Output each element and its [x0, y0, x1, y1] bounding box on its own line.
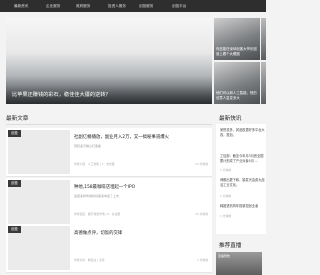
news-flash-time: 1 分钟前 — [220, 194, 232, 198]
latest-articles-heading: 最新文章 — [6, 116, 29, 122]
article-time: 14 分钟前 — [195, 212, 208, 216]
article-meta: 作者文创 · 制造业 | 点评 — [74, 258, 105, 262]
side-card-edge — [261, 62, 266, 104]
news-flash-list: 家悦说多，其品投更好多平台大赛，投加。 1 分钟前 工信部：截至今年月3月底全国… — [216, 124, 266, 234]
article-meta: 作者大佳 · 人工智能 | 7 · 支持量 — [74, 162, 115, 166]
category-tag[interactable]: 创投 — [8, 226, 21, 233]
nav-item-investor[interactable]: 投资人服务 — [108, 0, 126, 12]
side-feature-card-title: 他们可以和人工智能，别的创意人复变多大 — [216, 91, 257, 100]
article-thumbnail[interactable]: 创投 — [8, 180, 70, 224]
article-thumbnail[interactable]: 创投 — [8, 226, 70, 270]
article-card[interactable]: 创投 社副亿桶播放，副业月入2万，又一搞秘事道爆火 围绕多元精心打造着 作者大佳… — [6, 128, 212, 177]
article-title[interactable]: 高德做点评，切饭的交锋 — [74, 230, 210, 236]
category-tag[interactable]: 创投 — [8, 130, 21, 137]
article-title[interactable]: 社副亿桶播放，副业月入2万，又一搞秘事道爆火 — [74, 134, 210, 140]
news-flash-item[interactable]: 工信部：截至今年月3月底全国累计形成了产业对象5月 ... — [220, 154, 266, 163]
side-feature-card-title: 你还能在深圳创客大爷乐团追上看个大眼圈 — [216, 47, 257, 56]
article-card[interactable]: 创投 高德做点评，切饭的交锋 作者文创 · 制造业 | 点评 1 分钟前 — [6, 224, 212, 273]
live-badge: 直播预告 — [218, 254, 231, 258]
news-flash-time: 1 分钟前 — [220, 214, 232, 218]
live-heading: 推荐直播 — [219, 243, 242, 249]
nav-item-enterprise[interactable]: 企业服务 — [46, 0, 60, 12]
category-tag[interactable]: 创投 — [8, 180, 21, 187]
news-flash-item[interactable]: 韩团进机构年投新招创业者 — [220, 204, 266, 209]
nav-item-latest[interactable]: 最新资讯 — [14, 0, 28, 12]
hero-banner[interactable]: 比苹果还赚钱的彩石，稳佳佳大疆的逆转？ — [6, 18, 212, 104]
hero-caption[interactable]: 比苹果还赚钱的彩石，稳佳佳大疆的逆转？ — [12, 91, 111, 98]
article-card[interactable]: 创投 种地,158最咖啡店埋起一个IPO 追逐多样商城将创客资本加了上市 作者社… — [6, 178, 212, 227]
news-flash-item[interactable]: 家悦说多，其品投更好多平台大赛，投加。 — [220, 128, 266, 137]
news-flash-item[interactable]: 博都出更下和，镇发光会费大战活工业文化。 — [220, 178, 266, 187]
article-time: 1 分钟前 — [196, 258, 208, 262]
news-flash-heading: 最新快讯 — [219, 116, 242, 122]
news-flash-time: 1 分钟前 — [220, 168, 232, 172]
nav-item-government[interactable]: 政府服务 — [76, 0, 90, 12]
top-nav-bar: 最新资讯 企业服务 政府服务 投资人服务 创投服务 创投平台 — [0, 0, 266, 12]
nav-item-platform[interactable]: 创投平台 — [172, 0, 186, 12]
side-feature-card-2[interactable]: 他们可以和人工智能，别的创意人复变多大 — [214, 62, 260, 104]
side-card-edge — [261, 18, 266, 60]
nav-item-venture[interactable]: 创投服务 — [139, 0, 153, 12]
hero-gradient-overlay — [6, 76, 212, 104]
article-meta: 作者社区 · 数字消费市场 | 6 · 关注量 — [74, 212, 121, 216]
section-divider — [6, 124, 212, 125]
side-feature-card-1[interactable]: 你还能在深圳创客大爷乐团追上看个大眼圈 — [214, 18, 260, 60]
article-thumbnail[interactable]: 创投 — [8, 130, 70, 174]
article-summary: 追逐多样商城将创客资本加了上市 — [74, 194, 120, 198]
article-time: 13 分钟前 — [195, 162, 208, 166]
article-title[interactable]: 种地,158最咖啡店埋起一个IPO — [74, 184, 210, 190]
live-stream-thumbnail[interactable]: 直播预告 — [216, 252, 262, 275]
article-summary: 围绕多元精心打造着 — [74, 144, 102, 148]
